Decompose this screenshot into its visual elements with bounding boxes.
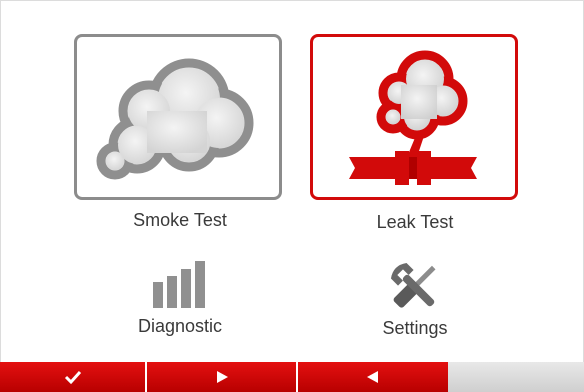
diagnostic-label: Diagnostic	[137, 316, 223, 336]
leak-test-tile[interactable]	[310, 34, 518, 200]
next-button[interactable]	[147, 362, 298, 392]
play-left-icon	[367, 371, 378, 383]
footer-empty-slot	[448, 362, 584, 392]
smoke-test-label: Smoke Test	[133, 210, 227, 230]
leak-test-label: Leak Test	[376, 212, 454, 232]
wrench-screwdriver-icon	[390, 262, 436, 308]
confirm-button[interactable]	[0, 362, 147, 392]
smoke-cloud-icon	[96, 58, 254, 180]
signal-bars-icon	[153, 261, 205, 308]
settings-label: Settings	[382, 318, 448, 338]
smoke-test-tile[interactable]	[74, 34, 282, 200]
leak-pipe-icon	[349, 50, 477, 185]
settings-button[interactable]	[388, 262, 442, 317]
back-button[interactable]	[298, 362, 448, 392]
check-icon	[64, 370, 81, 385]
diagnostic-button[interactable]	[151, 260, 211, 315]
play-right-icon	[216, 371, 228, 383]
footer-toolbar	[0, 362, 584, 392]
